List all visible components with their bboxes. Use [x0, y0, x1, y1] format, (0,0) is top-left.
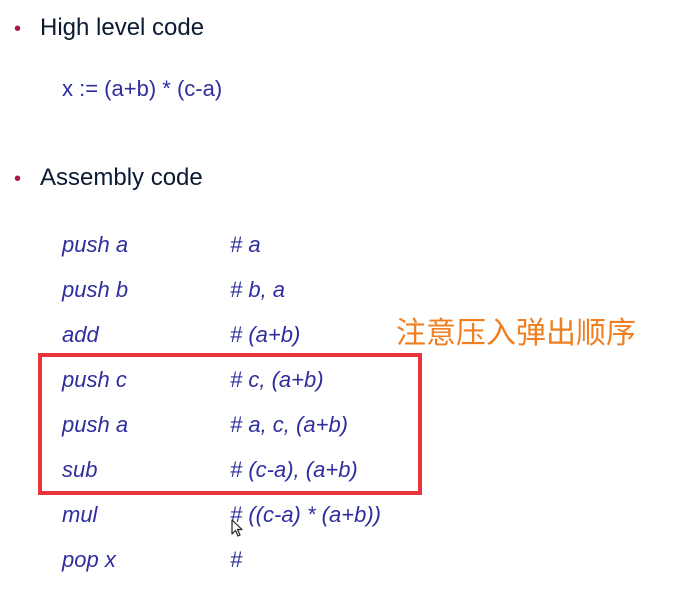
high-level-code: x := (a+b) * (c-a)	[62, 76, 223, 101]
bullet-dot-icon: •	[14, 168, 22, 190]
highlight-box	[38, 353, 422, 495]
bullet-high-level: • High level code	[14, 16, 204, 40]
assembly-line: push a # a	[62, 222, 381, 267]
assembly-instruction: pop x	[62, 546, 116, 572]
assembly-line: add # (a+b)	[62, 312, 381, 357]
stack-comment: # a	[230, 231, 261, 257]
assembly-instruction: mul	[62, 501, 98, 527]
high-level-heading: High level code	[40, 14, 205, 41]
stack-comment: # b, a	[230, 276, 286, 302]
annotation-note: 注意压入弹出顺序	[396, 316, 636, 351]
stack-comment: # (a+b)	[230, 321, 301, 347]
slide: • High level code x := (a+b) * (c-a) • A…	[0, 0, 697, 593]
assembly-instruction: add	[62, 321, 99, 347]
stack-comment: # ((c-a) * (a+b))	[230, 501, 381, 527]
assembly-heading: Assembly code	[40, 164, 203, 191]
mouse-pointer-icon	[231, 519, 243, 537]
stack-comment: #	[230, 546, 243, 572]
assembly-line: pop x #	[62, 537, 381, 582]
bullet-dot-icon: •	[14, 18, 22, 40]
assembly-line: push b # b, a	[62, 267, 381, 312]
assembly-instruction: push b	[62, 276, 129, 302]
assembly-line: mul # ((c-a) * (a+b))	[62, 492, 381, 537]
bullet-assembly: • Assembly code	[14, 166, 203, 190]
assembly-instruction: push a	[62, 231, 129, 257]
